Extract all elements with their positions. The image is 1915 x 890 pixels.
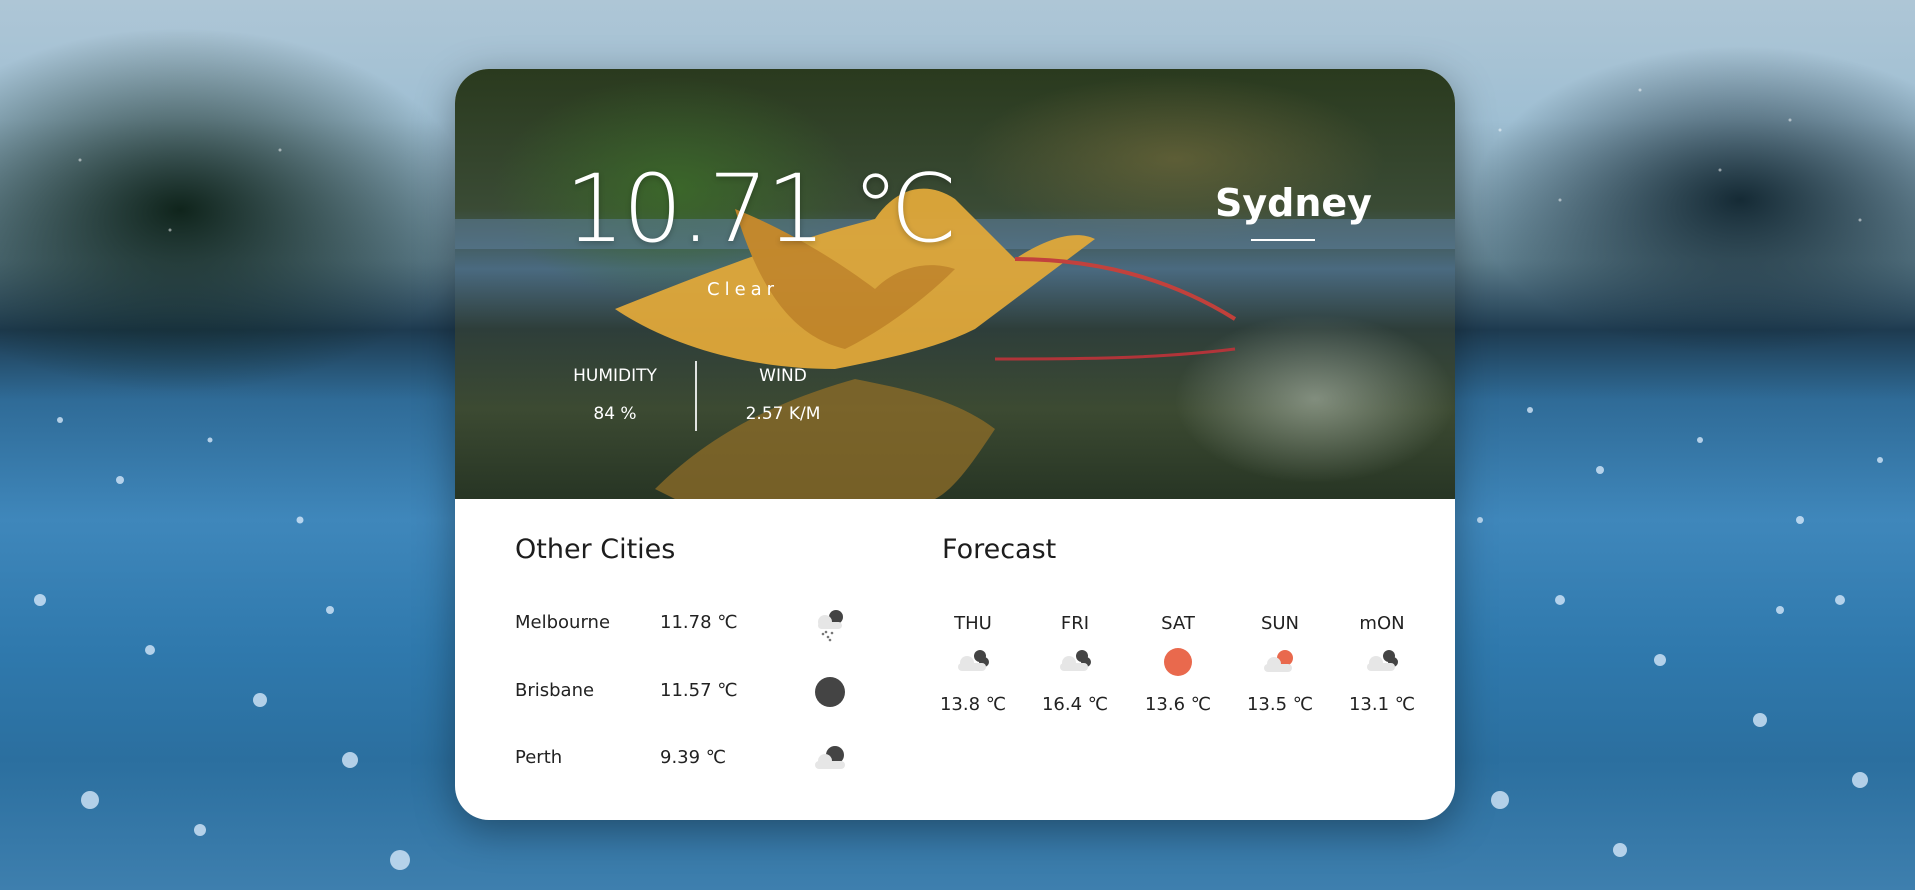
weather-card: 10.71 ℃ Clear Sydney HUMIDITY 84 % WIND … <box>455 69 1455 820</box>
forecast-day[interactable]: SUN 13.5 ℃ <box>1235 613 1325 715</box>
current-city[interactable]: Sydney <box>1215 181 1372 225</box>
city-underline <box>1251 239 1315 241</box>
city-temperature: 11.57 ℃ <box>660 680 738 701</box>
forecast-title: Forecast <box>942 534 1057 565</box>
forecast-temperature: 16.4 ℃ <box>1041 694 1108 715</box>
broken-clouds-icon <box>1060 650 1091 671</box>
forecast-day[interactable]: mON 13.1 ℃ <box>1337 613 1427 715</box>
wind-value: 2.57 K/M <box>745 404 821 424</box>
stat-divider <box>695 361 697 431</box>
forecast-temperature: 13.6 ℃ <box>1144 694 1211 715</box>
city-row[interactable]: Brisbane 11.57 ℃ <box>515 672 845 712</box>
broken-clouds-icon <box>1367 650 1398 671</box>
snow-cloud-icon <box>818 610 843 642</box>
city-name: Brisbane <box>515 680 595 701</box>
city-temperature: 9.39 ℃ <box>660 747 727 768</box>
forecast-temperature: 13.5 ℃ <box>1246 694 1313 715</box>
forecast-day-name: FRI <box>1060 613 1090 634</box>
city-row[interactable]: Perth 9.39 ℃ <box>515 739 845 779</box>
forecast-day-name: THU <box>954 613 992 634</box>
other-cities-title: Other Cities <box>515 534 676 565</box>
broken-clouds-icon <box>958 650 989 671</box>
forecast-temperature: 13.1 ℃ <box>1348 694 1415 715</box>
sun-icon <box>1164 648 1192 676</box>
humidity-label: HUMIDITY <box>573 366 657 386</box>
forecast-day[interactable]: SAT 13.6 ℃ <box>1133 613 1223 715</box>
forecast-temperature: 13.8 ℃ <box>939 694 1006 715</box>
forecast-day-name: mON <box>1359 613 1405 634</box>
current-temperature: 10.71 ℃ <box>565 155 958 264</box>
forecast-day[interactable]: THU 13.8 ℃ <box>928 613 1018 715</box>
dark-circle-icon <box>815 677 845 707</box>
leaf-photo <box>455 188 1455 499</box>
humidity-value: 84 % <box>593 404 637 424</box>
humidity-stat: HUMIDITY 84 % <box>555 366 675 424</box>
weather-condition: Clear <box>707 279 780 300</box>
wind-label: WIND <box>759 366 807 386</box>
hero-panel: 10.71 ℃ Clear Sydney HUMIDITY 84 % WIND … <box>455 69 1455 499</box>
forecast-day[interactable]: FRI 16.4 ℃ <box>1030 613 1120 715</box>
partly-cloudy-icon <box>815 746 845 769</box>
forecast-day-name: SAT <box>1161 613 1195 634</box>
city-temperature: 11.78 ℃ <box>660 612 738 633</box>
sun-cloud-icon <box>1264 650 1293 672</box>
forecast-day-name: SUN <box>1260 613 1300 634</box>
city-name: Melbourne <box>515 612 611 633</box>
city-name: Perth <box>515 747 563 768</box>
wind-stat: WIND 2.57 K/M <box>718 366 848 424</box>
city-row[interactable]: Melbourne 11.78 ℃ <box>515 604 843 644</box>
